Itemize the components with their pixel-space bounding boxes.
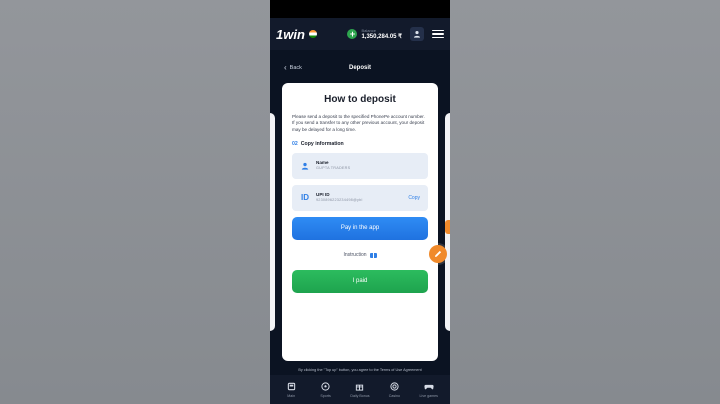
page-title: Deposit bbox=[348, 65, 371, 71]
app-header: 1win + Balance 1,350,284.05 ₹ bbox=[270, 18, 450, 50]
nav-label-live-games: Live games bbox=[419, 393, 438, 398]
nav-label-main: Main bbox=[287, 393, 296, 398]
top-up-plus-button[interactable]: + bbox=[347, 29, 358, 39]
status-bar bbox=[270, 0, 450, 18]
upi-field: ID UPI ID 9230896223234498@ybl Copy bbox=[292, 184, 428, 211]
brand-logo[interactable]: 1win bbox=[276, 27, 317, 42]
home-icon bbox=[286, 382, 296, 392]
gift-icon bbox=[355, 382, 365, 392]
nav-item-casino[interactable]: Casino bbox=[379, 382, 409, 398]
chip-icon bbox=[389, 382, 399, 392]
bottom-nav: Main Sports Daily Bonus Casino Live game… bbox=[270, 375, 450, 404]
instruction-label: Instruction bbox=[343, 252, 367, 259]
id-icon: ID bbox=[301, 193, 309, 203]
balance: Balance 1,350,284.05 ₹ bbox=[361, 27, 402, 40]
background-right bbox=[450, 0, 720, 404]
deposit-card: How to deposit Please send a deposit to … bbox=[282, 83, 438, 361]
nav-item-main[interactable]: Main bbox=[276, 382, 306, 398]
deposit-navbar: ‹ Back Deposit bbox=[270, 60, 450, 76]
step-number: 02 bbox=[292, 140, 298, 147]
upi-label: UPI ID bbox=[316, 191, 330, 197]
name-value: GUPTA TRADERS bbox=[316, 166, 351, 171]
nav-label-daily-bonus: Daily Bonus bbox=[350, 393, 370, 398]
balance-area: + Balance 1,350,284.05 ₹ bbox=[347, 27, 424, 41]
logo-text: 1win bbox=[276, 26, 305, 42]
support-tab-peek[interactable] bbox=[445, 220, 450, 234]
step-label: Copy information bbox=[300, 140, 344, 147]
soccer-ball-icon bbox=[321, 382, 331, 392]
copy-upi-button[interactable]: Copy bbox=[408, 195, 420, 201]
pay-in-app-button[interactable]: Pay in the app bbox=[292, 216, 428, 240]
background-left bbox=[0, 0, 270, 404]
profile-button[interactable] bbox=[410, 27, 424, 41]
nav-item-daily-bonus[interactable]: Daily Bonus bbox=[345, 382, 375, 398]
edit-fab-button[interactable] bbox=[429, 245, 447, 263]
balance-value: 1,350,284.05 ₹ bbox=[361, 33, 402, 40]
instruction-link[interactable]: Instruction bbox=[292, 244, 428, 267]
nav-item-live-games[interactable]: Live games bbox=[414, 382, 444, 398]
step-heading: 02 Copy information bbox=[292, 141, 428, 147]
name-label: Name bbox=[316, 159, 329, 165]
pencil-icon bbox=[435, 250, 442, 257]
previous-card-peek bbox=[270, 113, 275, 331]
nav-label-sports: Sports bbox=[320, 393, 331, 398]
card-title: How to deposit bbox=[324, 94, 396, 105]
i-paid-button[interactable]: I paid bbox=[292, 269, 428, 293]
terms-text: By clicking the "Top up" button, you agr… bbox=[298, 368, 422, 372]
deposit-note: Please send a deposit to the specified P… bbox=[292, 114, 425, 132]
phone-screen: 1win + Balance 1,350,284.05 ₹ ‹ Back Dep… bbox=[270, 0, 450, 404]
name-field: Name GUPTA TRADERS bbox=[292, 152, 428, 179]
nav-label-casino: Casino bbox=[388, 393, 400, 398]
nav-item-sports[interactable]: Sports bbox=[311, 382, 341, 398]
gamepad-icon bbox=[424, 382, 434, 392]
upi-value: 9230896223234498@ybl bbox=[316, 198, 363, 203]
user-icon bbox=[413, 30, 421, 38]
book-icon bbox=[369, 252, 377, 258]
user-icon bbox=[300, 162, 310, 170]
hamburger-menu-icon[interactable] bbox=[432, 29, 444, 39]
balance-label: Balance bbox=[361, 27, 376, 33]
india-flag-icon bbox=[308, 30, 317, 38]
